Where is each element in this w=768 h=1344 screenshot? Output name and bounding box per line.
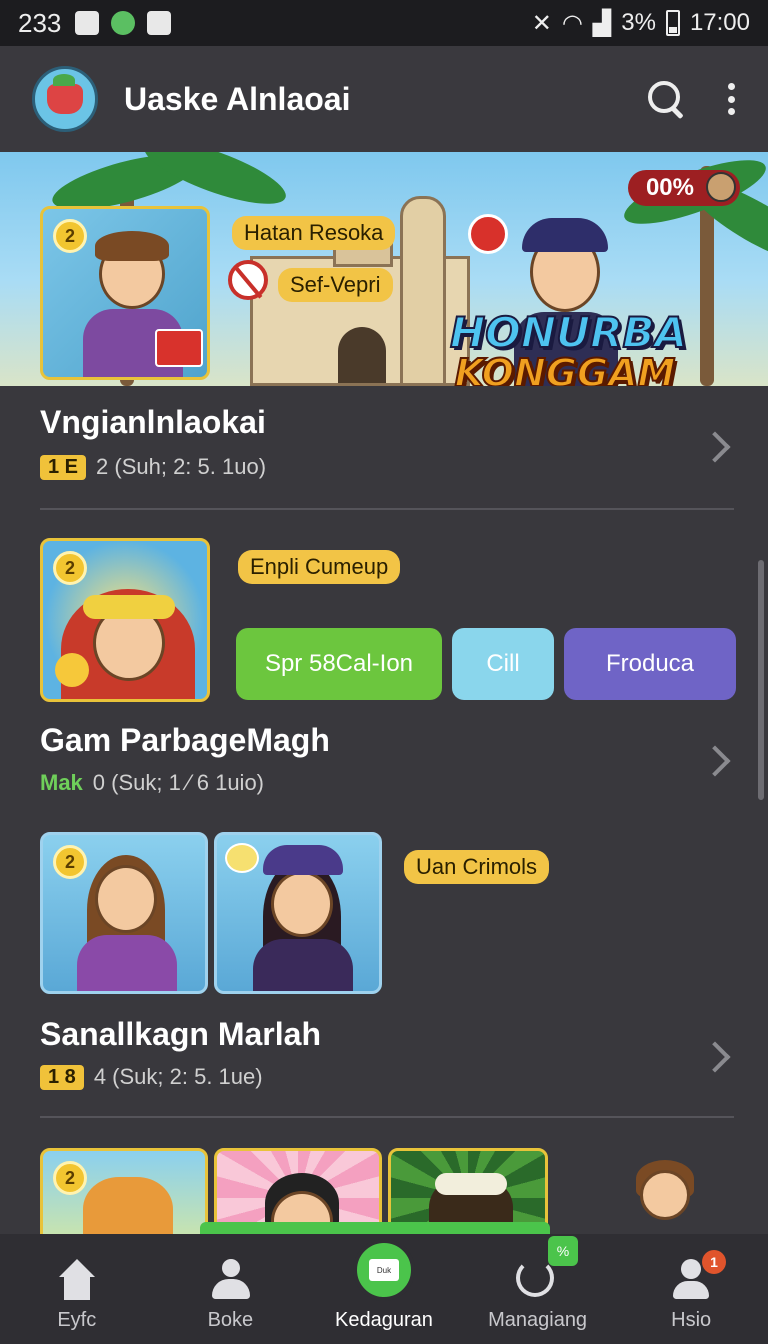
tower-illustration — [400, 196, 446, 386]
meta-text: 0 (Suk; 1 ⁄ 6 1uio) — [92, 770, 265, 795]
level-badge: 2 — [53, 551, 87, 585]
list-item-title[interactable]: Vngianlnlaokai — [40, 404, 266, 441]
list-item-meta: 1 E 2 (Suh; 2: 5. 1uo) — [40, 454, 266, 480]
notification-badge: 1 — [702, 1250, 726, 1274]
list-item-title[interactable]: Gam ParbageMagh — [40, 722, 330, 759]
wallet-icon: Duk — [352, 1239, 415, 1301]
nav-label: Eyfc — [57, 1309, 97, 1331]
item-thumbnail[interactable]: 2 — [40, 538, 210, 702]
home-icon — [55, 1259, 99, 1301]
nav-item-manage[interactable]: Managiang — [461, 1234, 615, 1344]
nav-label: Kedaguran — [335, 1309, 433, 1331]
meta-tag: 1 8 — [40, 1064, 84, 1090]
item-pill: Uan Crimols — [404, 850, 550, 884]
list-item-title[interactable]: Sanallkagn Marlah — [40, 1016, 321, 1053]
mute-icon: ✕ — [531, 9, 552, 37]
signal-icon: ▟ — [592, 9, 612, 37]
percent-tag: 00% — [627, 170, 740, 206]
action-button-tertiary[interactable]: Froduca — [564, 628, 736, 700]
app-logo-icon[interactable] — [32, 66, 98, 132]
banner-character-card[interactable]: 2 — [40, 206, 210, 380]
wifi-icon: ◠ — [561, 9, 583, 37]
logo-line-1: HONURBA — [449, 308, 688, 357]
meta-tag: Mak — [40, 770, 83, 795]
list-item-meta: Mak 0 (Suk; 1 ⁄ 6 1uio) — [40, 770, 264, 796]
prohibited-icon — [228, 260, 268, 300]
scrollbar[interactable] — [758, 560, 764, 800]
character-body — [253, 939, 353, 991]
level-badge: 2 — [53, 219, 87, 253]
character-cap — [263, 845, 343, 875]
divider — [40, 1116, 734, 1118]
banner-pill-2: Sef-Vepri — [278, 268, 393, 302]
game-logo: HONURBA KONGGAM — [449, 308, 688, 387]
level-badge: 2 — [53, 1161, 87, 1195]
character-hat — [435, 1173, 507, 1195]
battery-percent: 3% — [621, 9, 656, 36]
meta-tag: 1 E — [40, 454, 87, 480]
partial-character — [630, 1160, 700, 1234]
active-indicator — [200, 1222, 550, 1234]
app-title: Uaske Alnlaoai — [124, 80, 351, 117]
chevron-right-icon[interactable] — [699, 431, 731, 463]
character-body — [77, 935, 177, 991]
nav-item-community[interactable]: Boke — [154, 1234, 308, 1344]
emoji-icon — [55, 653, 89, 687]
avatar — [706, 172, 736, 202]
nav-item-home[interactable]: Eyfc — [0, 1234, 154, 1344]
battery-icon — [665, 10, 680, 36]
percent-text: 00% — [645, 174, 694, 201]
item-thumbnail[interactable]: 2 — [40, 1148, 208, 1248]
people-icon — [208, 1259, 252, 1301]
divider — [40, 508, 734, 510]
status-bar: 233 ✕ ◠ ▟ 3% 17:00 — [0, 0, 768, 46]
chevron-right-icon[interactable] — [699, 1041, 731, 1073]
action-button-secondary[interactable]: Cill — [452, 628, 554, 700]
heart-icon — [225, 843, 259, 873]
search-icon[interactable] — [644, 77, 688, 121]
action-button-primary[interactable]: Spr 58Cal-Ion — [236, 628, 442, 700]
gallery-notification-icon — [75, 11, 100, 35]
meta-text: 4 (Suk; 2: 5. 1ue) — [93, 1064, 263, 1089]
bottom-navigation: Eyfc Boke Duk Kedaguran Managiang Hsio — [0, 1234, 768, 1344]
chevron-right-icon[interactable] — [699, 745, 731, 777]
nav-item-wallet[interactable]: Duk Kedaguran — [307, 1234, 461, 1344]
app-notification-icon — [111, 11, 136, 35]
item-thumbnail[interactable]: 2 — [40, 832, 208, 994]
gift-box-icon — [155, 329, 203, 367]
banner-pill-1: Hatan Resoka — [232, 216, 396, 250]
status-text: 233 — [18, 7, 62, 38]
nav-label: Hsio — [671, 1309, 712, 1331]
manage-icon — [515, 1259, 554, 1297]
nav-label: Managiang — [488, 1309, 588, 1331]
level-badge: 2 — [53, 845, 87, 879]
meta-text: 2 (Suh; 2: 5. 1uo) — [96, 454, 267, 479]
item-thumbnail[interactable] — [214, 832, 382, 994]
clock: 17:00 — [689, 9, 750, 36]
nav-item-profile[interactable]: Hsio — [614, 1234, 768, 1344]
manage-badge: % — [548, 1236, 578, 1266]
character-hair — [95, 231, 169, 261]
character-head — [271, 871, 333, 937]
message-notification-icon — [147, 11, 172, 35]
save-badge-icon — [468, 214, 508, 254]
app-bar: Uaske Alnlaoai — [0, 46, 768, 152]
character-hat — [83, 595, 175, 619]
list-item-meta: 1 8 4 (Suk; 2: 5. 1ue) — [40, 1064, 263, 1090]
featured-banner[interactable]: 2 Hatan Resoka Sef-Vepri 00% HONURBA KON… — [0, 152, 768, 386]
character-head — [95, 865, 157, 933]
nav-label: Boke — [207, 1309, 254, 1331]
more-options-icon[interactable] — [728, 83, 736, 115]
logo-line-2: KONGGAM — [454, 351, 677, 386]
item-pill: Enpli Cumeup — [238, 550, 401, 584]
card-icon: Duk — [368, 1259, 399, 1281]
